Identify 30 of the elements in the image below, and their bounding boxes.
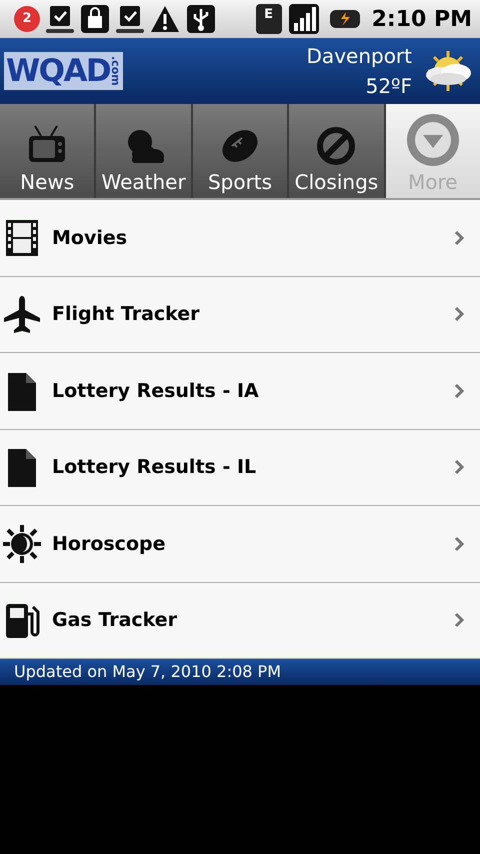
logo-text: WQAD — [6, 56, 110, 86]
signal-icon — [288, 3, 320, 35]
list-item[interactable]: Horoscope — [0, 506, 480, 582]
network-type-icon: E — [256, 4, 282, 34]
tab[interactable]: News — [0, 104, 94, 198]
list-item[interactable]: Lottery Results - IA — [0, 353, 480, 430]
chevron-right-icon — [454, 459, 464, 476]
warning-icon — [150, 4, 180, 34]
chevron-right-icon — [454, 536, 464, 552]
airplane-icon — [2, 294, 42, 334]
download-done-icon — [116, 4, 144, 34]
chevron-right-icon — [454, 382, 464, 399]
status-time: 2:10 PM — [372, 6, 472, 34]
chevron-right-icon — [454, 306, 464, 322]
city-name: Davenport — [306, 43, 412, 70]
chevron-right-icon — [454, 230, 464, 246]
tab[interactable]: Closings — [289, 104, 384, 198]
logo-suffix: .com — [110, 56, 122, 86]
dropdown-icon — [404, 112, 461, 168]
usb-icon — [186, 4, 216, 34]
update-time: Updated on May 7, 2010 2:08 PM — [14, 661, 281, 683]
list-item[interactable]: Movies — [0, 200, 480, 276]
chevron-right-icon — [454, 612, 464, 628]
tab[interactable]: Weather — [96, 104, 191, 198]
tab[interactable]: Sports — [192, 104, 288, 198]
download-done-icon — [46, 4, 74, 34]
notification-badge: 2 — [14, 6, 40, 32]
list-item[interactable]: Lottery Results - IL — [0, 430, 480, 506]
temperature: 52ºF — [366, 73, 412, 100]
list-item[interactable]: Flight Tracker — [0, 276, 480, 353]
